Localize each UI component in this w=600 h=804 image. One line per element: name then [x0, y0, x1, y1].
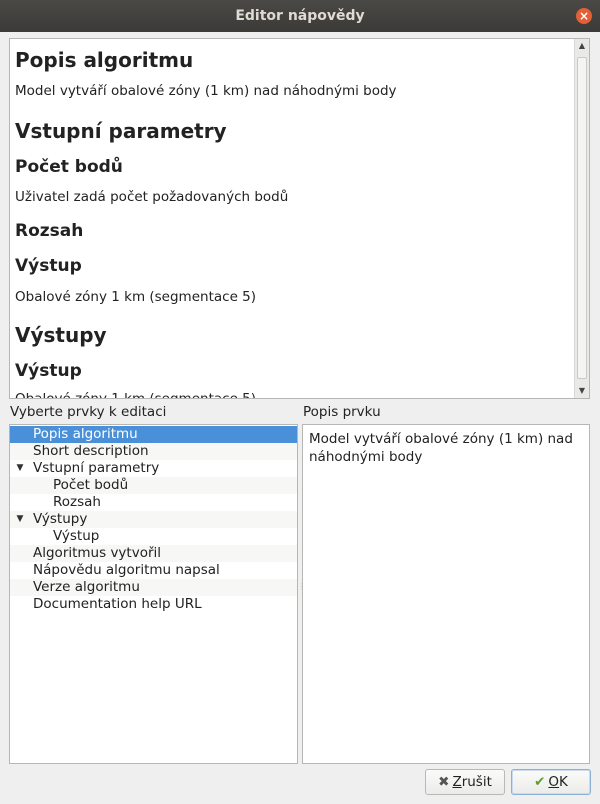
tree-item-label: Rozsah [53, 494, 101, 510]
tree-item-label: Výstupy [33, 511, 88, 527]
tree-item-point-count[interactable]: Počet bodů [10, 477, 297, 494]
tree-item-description[interactable]: Popis algoritmu [10, 426, 297, 443]
help-preview[interactable]: Popis algoritmu Model vytváří obalové zó… [9, 38, 590, 399]
preview-heading-inputs: Vstupní parametry [15, 119, 227, 143]
tree-item-inputs[interactable]: ▼ Vstupní parametry [10, 460, 297, 477]
triangle-down-icon[interactable]: ▼ [14, 511, 26, 528]
preview-heading-output-2: Výstup [15, 361, 82, 381]
tree-item-label: Výstup [53, 528, 100, 544]
tree-item-short-description[interactable]: Short description [10, 443, 297, 460]
preview-text-description: Model vytváří obalové zóny (1 km) nad ná… [15, 83, 397, 99]
tree-item-extent[interactable]: Rozsah [10, 494, 297, 511]
tree-item-help-author[interactable]: Nápovědu algoritmu napsal [10, 562, 297, 579]
ok-button-mnemonic: O [548, 774, 560, 790]
scrollbar-thumb[interactable] [577, 57, 587, 379]
close-icon[interactable]: × [576, 8, 592, 24]
preview-text-output: Obalové zóny 1 km (segmentace 5) [15, 289, 257, 305]
cancel-button-label: rušit [461, 774, 492, 790]
tree-item-label: Short description [33, 443, 149, 459]
tree-item-author[interactable]: Algoritmus vytvořil [10, 545, 297, 562]
tree-item-label: Nápovědu algoritmu napsal [33, 562, 220, 578]
preview-heading-description: Popis algoritmu [15, 48, 194, 72]
preview-text-point-count: Uživatel zadá počet požadovaných bodů [15, 189, 289, 205]
ok-button-label: K [559, 774, 568, 790]
tree-item-outputs[interactable]: ▼ Výstupy [10, 511, 297, 528]
tree-item-label: Vstupní parametry [33, 460, 160, 476]
preview-text-output-2: Obalové zóny 1 km (segmentace 5) [15, 391, 257, 399]
tree-item-label: Popis algoritmu [33, 426, 138, 442]
triangle-down-icon[interactable]: ▼ [14, 460, 26, 477]
element-tree[interactable]: Popis algoritmu Short description ▼ Vstu… [9, 424, 298, 764]
description-panel-label: Popis prvku [303, 404, 381, 420]
checkmark-icon: ✔ [534, 774, 546, 790]
elements-panel-label: Vyberte prvky k editaci [10, 404, 167, 420]
tree-item-label: Algoritmus vytvořil [33, 545, 162, 561]
cancel-button[interactable]: ✖ Zrušit [425, 769, 505, 795]
tree-item-help-url[interactable]: Documentation help URL [10, 596, 297, 613]
scroll-up-icon[interactable]: ▲ [575, 39, 589, 53]
ok-button[interactable]: ✔ OK [511, 769, 591, 795]
description-editor[interactable]: Model vytváří obalové zóny (1 km) nad ná… [302, 424, 590, 764]
preview-heading-point-count: Počet bodů [15, 157, 123, 177]
description-text[interactable]: Model vytváří obalové zóny (1 km) nad ná… [309, 430, 581, 466]
tree-item-version[interactable]: Verze algoritmu [10, 579, 297, 596]
cancel-button-mnemonic: Z [452, 774, 462, 790]
cross-icon: ✖ [438, 774, 450, 790]
tree-item-output[interactable]: Výstup [10, 528, 297, 545]
preview-heading-output: Výstup [15, 256, 82, 276]
tree-item-label: Verze algoritmu [33, 579, 140, 595]
tree-item-label: Počet bodů [53, 477, 129, 493]
preview-scrollbar[interactable]: ▲ ▼ [574, 39, 589, 398]
preview-heading-outputs: Výstupy [15, 323, 107, 347]
window-title: Editor nápovědy [235, 8, 365, 24]
scroll-down-icon[interactable]: ▼ [575, 384, 589, 398]
preview-heading-extent: Rozsah [15, 221, 84, 241]
window-titlebar: Editor nápovědy × [0, 0, 600, 32]
tree-item-label: Documentation help URL [33, 596, 202, 612]
